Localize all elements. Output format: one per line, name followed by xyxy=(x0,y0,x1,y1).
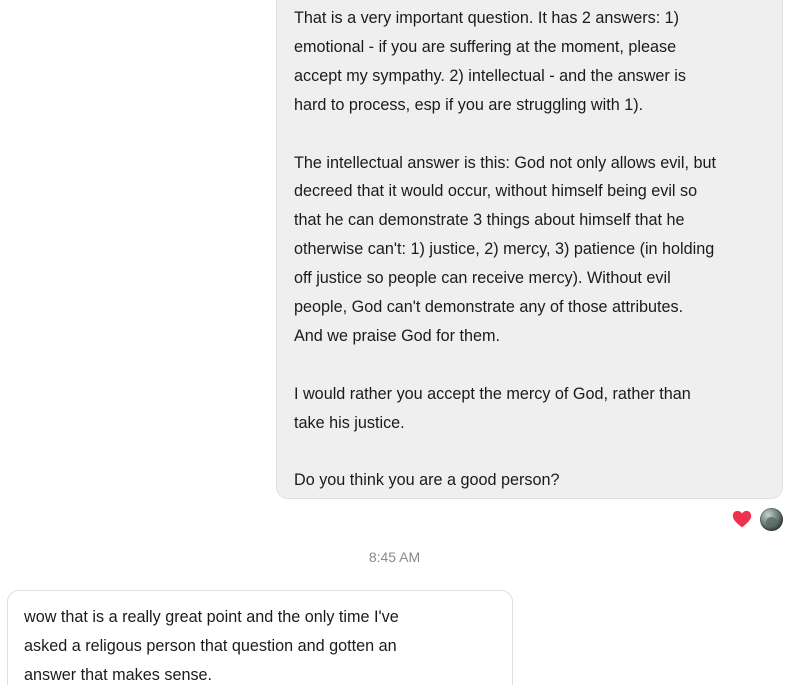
received-message-bubble[interactable]: wow that is a really great point and the… xyxy=(7,590,513,685)
message-line: hard to process, esp if you are struggli… xyxy=(294,95,644,114)
message-line: Do you think you are a good person? xyxy=(294,471,560,490)
message-reactions[interactable] xyxy=(731,507,783,531)
sent-message-bubble[interactable]: That is a very important question. It ha… xyxy=(276,0,783,499)
message-line: that he can demonstrate 3 things about h… xyxy=(294,211,685,230)
message-paragraph: wow that is a really great point and the… xyxy=(24,603,496,685)
message-line: accept my sympathy. 2) intellectual - an… xyxy=(294,66,686,85)
message-line: emotional - if you are suffering at the … xyxy=(294,37,677,56)
message-line: decreed that it would occur, without him… xyxy=(294,182,698,201)
message-line: The intellectual answer is this: God not… xyxy=(294,153,716,172)
message-line: wow that is a really great point and the… xyxy=(24,608,399,626)
message-line: I would rather you accept the mercy of G… xyxy=(294,384,691,403)
message-line: take his justice. xyxy=(294,413,405,432)
message-line: That is a very important question. It ha… xyxy=(294,9,680,27)
message-timestamp: 8:45 AM xyxy=(368,549,421,565)
message-paragraph: Do you think you are a good person? xyxy=(294,466,766,495)
avatar[interactable] xyxy=(760,507,783,531)
message-line: off justice so people can receive mercy)… xyxy=(294,269,671,288)
message-paragraph: That is a very important question. It ha… xyxy=(294,4,766,120)
chat-thread: That is a very important question. It ha… xyxy=(0,0,800,685)
message-line: people, God can't demonstrate any of tho… xyxy=(294,298,684,317)
message-line: And we praise God for them. xyxy=(294,326,501,345)
heart-icon[interactable] xyxy=(731,508,753,530)
message-line: asked a religous person that question an… xyxy=(24,636,397,655)
message-paragraph: I would rather you accept the mercy of G… xyxy=(294,380,766,438)
message-line: answer that makes sense. xyxy=(24,665,213,684)
message-line: otherwise can't: 1) justice, 2) mercy, 3… xyxy=(294,240,715,259)
message-paragraph: The intellectual answer is this: God not… xyxy=(294,149,766,351)
